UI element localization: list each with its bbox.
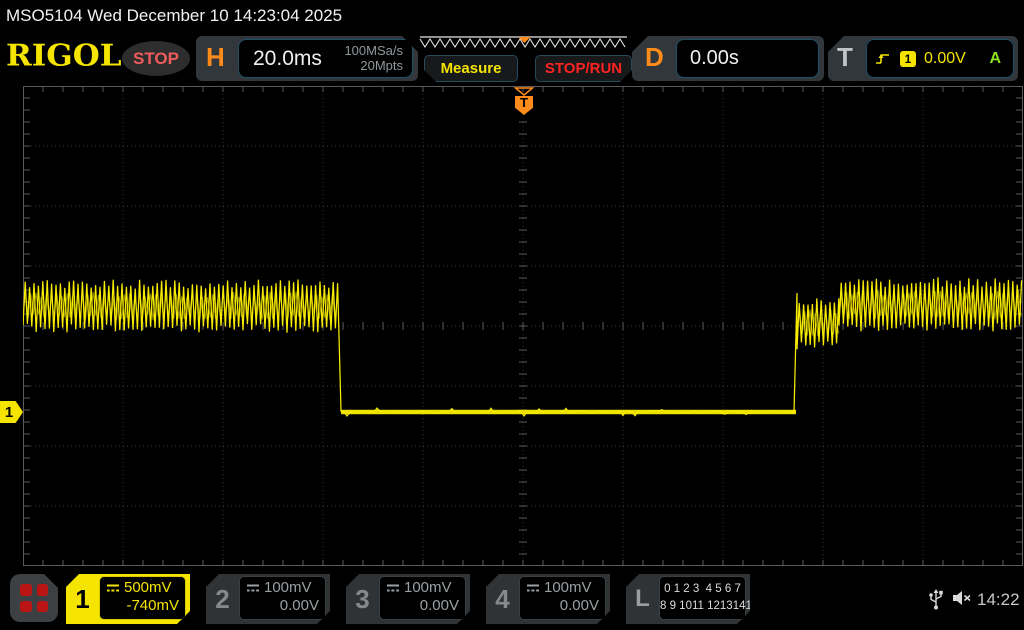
logic-label: L: [626, 574, 659, 624]
ch1-ground-level-marker[interactable]: 1: [0, 401, 23, 423]
sample-rate: 100MSa/s: [344, 43, 403, 58]
graticule-area: [23, 86, 1023, 566]
logic-channels-row1: 0 1 2 3 4 5 6 7: [660, 581, 745, 598]
stop-run-button[interactable]: STOP/RUN: [535, 55, 632, 82]
dc-coupling-icon: [246, 583, 260, 593]
rising-edge-icon: [875, 51, 890, 66]
dc-coupling-icon: [526, 583, 540, 593]
channel-1-box[interactable]: 1 500mV -740mV: [66, 574, 190, 624]
status-clock: 14:22: [977, 590, 1020, 610]
delay-settings-group[interactable]: D 0.00s: [632, 36, 824, 81]
delay-value: 0.00s: [690, 47, 739, 70]
channel-1-number: 1: [66, 574, 99, 624]
channel-2-scale: 100mV: [264, 579, 312, 596]
trigger-position-triangle-icon[interactable]: [514, 87, 534, 96]
trigger-level-value: 0.00V: [924, 50, 966, 68]
horizontal-settings-group[interactable]: H 20.0ms 100MSa/s 20Mpts: [196, 36, 418, 81]
menu-button[interactable]: [10, 574, 58, 622]
run-state-indicator[interactable]: STOP: [122, 41, 190, 76]
channel-4-scale: 100mV: [544, 579, 592, 596]
preview-zigzag-icon: [418, 36, 631, 51]
dc-coupling-icon: [386, 583, 400, 593]
channel-2-offset: 0.00V: [246, 597, 319, 614]
waveform-preview-bar[interactable]: [418, 36, 631, 51]
trigger-label: T: [837, 42, 853, 73]
timebase-value: 20.0ms: [253, 47, 322, 71]
ch1-waveform-trace: [23, 86, 1023, 566]
rigol-logo: RIGOL: [6, 39, 122, 73]
measure-button[interactable]: Measure: [424, 55, 518, 82]
trigger-sweep-mode: A: [989, 50, 1001, 68]
channel-4-number: 4: [486, 574, 519, 624]
channel-1-offset: -740mV: [106, 597, 179, 614]
dc-coupling-icon: [106, 583, 120, 593]
titlebar-model-datetime: MSO5104 Wed December 10 14:23:04 2025: [6, 6, 342, 26]
channel-3-box[interactable]: 3 100mV 0.00V: [346, 574, 470, 624]
channel-4-box[interactable]: 4 100mV 0.00V: [486, 574, 610, 624]
channel-1-scale: 500mV: [124, 579, 172, 596]
usb-icon: [928, 587, 944, 611]
channel-3-scale: 100mV: [404, 579, 452, 596]
channel-2-box[interactable]: 2 100mV 0.00V: [206, 574, 330, 624]
channel-2-number: 2: [206, 574, 239, 624]
channel-3-number: 3: [346, 574, 379, 624]
trigger-settings-group[interactable]: T 1 0.00V A: [828, 36, 1018, 81]
trigger-source-badge: 1: [900, 51, 916, 67]
channel-3-offset: 0.00V: [386, 597, 459, 614]
logic-channels-box[interactable]: L 0 1 2 3 4 5 6 7 8 9 1011 12131415: [626, 574, 750, 624]
logic-channels-row2: 8 9 1011 12131415: [660, 598, 745, 615]
acquisition-info: 100MSa/s 20Mpts: [344, 44, 403, 74]
menu-grid-icon: [20, 584, 32, 596]
speaker-muted-icon[interactable]: [951, 588, 973, 608]
horizontal-label: H: [206, 42, 225, 73]
delay-label: D: [645, 42, 664, 73]
channel-4-offset: 0.00V: [526, 597, 599, 614]
memory-depth: 20Mpts: [360, 58, 403, 73]
